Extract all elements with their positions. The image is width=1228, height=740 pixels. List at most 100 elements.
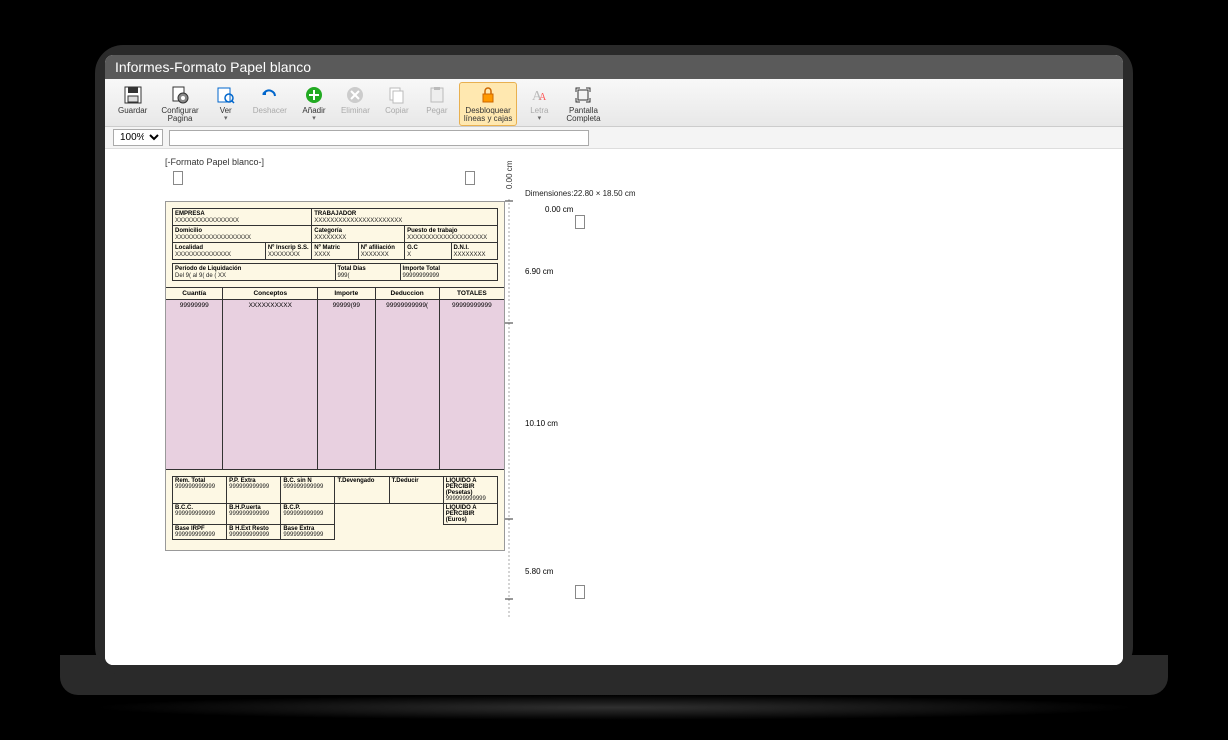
chevron-down-icon: ▾ — [538, 115, 542, 122]
f-tded: T.Deducir — [392, 478, 419, 484]
ruler-0: 0.00 cm — [545, 205, 573, 214]
totaldias-value: 999( — [338, 273, 350, 279]
col-conceptos: Conceptos — [223, 288, 318, 299]
save-icon — [123, 85, 143, 105]
puesto-value: XXXXXXXXXXXXXXXXXXXX — [407, 235, 487, 241]
trabajador-value: XXXXXXXXXXXXXXXXXXXXXX — [314, 218, 402, 224]
detail-band[interactable]: 99999999 XXXXXXXXXX 99999(99 99999999999… — [166, 300, 504, 470]
view-label: Ver — [220, 107, 232, 115]
col-totales: TOTALES — [440, 288, 504, 299]
inscrip-value: XXXXXXXX — [268, 252, 300, 258]
view-button[interactable]: Ver ▾ — [208, 82, 244, 125]
anchor-side-1[interactable] — [575, 215, 585, 229]
ruler-top-vert: 0.00 cm — [505, 161, 514, 189]
dimensions-label: Dimensiones:22.80 × 18.50 cm — [525, 189, 636, 198]
chevron-down-icon: ▾ — [312, 115, 316, 122]
lock-icon — [478, 85, 498, 105]
add-icon — [304, 85, 324, 105]
path-input[interactable] — [169, 130, 589, 146]
chevron-down-icon: ▾ — [224, 115, 228, 122]
dni-label: D.N.I. — [454, 245, 469, 251]
page-setup-label: Configurar Pagina — [161, 107, 198, 123]
domicilio-value: XXXXXXXXXXXXXXXXXXX — [175, 235, 251, 241]
cell-conceptos: XXXXXXXXXX — [223, 300, 318, 469]
importetotal-value: 99999999999 — [403, 273, 440, 279]
col-cuantia: Cuantía — [166, 288, 223, 299]
font-button[interactable]: AA Letra ▾ — [521, 82, 557, 125]
ruler-ticks — [505, 199, 525, 619]
localidad-value: XXXXXXXXXXXXXX — [175, 252, 231, 258]
save-label: Guardar — [118, 107, 147, 115]
laptop-frame: Informes-Formato Papel blanco Guardar Co… — [95, 45, 1133, 675]
empresa-label: EMPRESA — [175, 211, 205, 217]
matric-label: Nº Matric — [314, 245, 340, 251]
unlock-label: Desbloquear líneas y cajas — [464, 107, 512, 123]
f-liquido: LIQUIDO A PERCIBIR (Pesetas) — [446, 478, 477, 496]
cell-cuantia: 99999999 — [166, 300, 223, 469]
page-setup-button[interactable]: Configurar Pagina — [156, 82, 203, 126]
copy-label: Copiar — [385, 107, 409, 115]
matric-value: XXXX — [314, 252, 330, 258]
periodo-value: Del 9( al 9( de ( XX — [175, 273, 226, 279]
grid-header: Cuantía Conceptos Importe Deduccion TOTA… — [166, 287, 504, 300]
fullscreen-icon — [573, 85, 593, 105]
header-table: EMPRESAXXXXXXXXXXXXXXXX TRABAJADORXXXXXX… — [172, 208, 498, 260]
anchor-side-2[interactable] — [575, 585, 585, 599]
paste-button[interactable]: Pegar — [419, 82, 455, 118]
trabajador-label: TRABAJADOR — [314, 211, 356, 217]
view-icon — [216, 85, 236, 105]
inscrip-label: Nº Inscrip S.S. — [268, 245, 309, 251]
add-label: Añadir — [302, 107, 325, 115]
unlock-button[interactable]: Desbloquear líneas y cajas — [459, 82, 517, 126]
paste-label: Pegar — [426, 107, 447, 115]
afiliacion-label: Nº afiliación — [361, 245, 395, 251]
canvas-area[interactable]: [-Formato Papel blanco-] 0.00 cm Dimensi… — [105, 149, 1123, 665]
importetotal-label: Importe Total — [403, 266, 441, 272]
window-title: Informes-Formato Papel blanco — [115, 59, 311, 75]
cell-importe: 99999(99 — [318, 300, 375, 469]
f-tdev: T.Devengado — [337, 478, 374, 484]
undo-label: Deshacer — [253, 107, 287, 115]
app-screen: Informes-Formato Papel blanco Guardar Co… — [105, 55, 1123, 665]
copy-button[interactable]: Copiar — [379, 82, 415, 118]
font-label: Letra — [530, 107, 548, 115]
undo-icon — [260, 85, 280, 105]
undo-button[interactable]: Deshacer — [248, 82, 292, 118]
paste-icon — [427, 85, 447, 105]
anchor-top-left[interactable] — [173, 171, 183, 185]
delete-icon — [345, 85, 365, 105]
ruler-1: 6.90 cm — [525, 267, 553, 276]
col-deduccion: Deduccion — [376, 288, 440, 299]
zoom-select[interactable]: 100% — [113, 129, 163, 146]
dni-value: XXXXXXXX — [454, 252, 486, 258]
ruler-2: 10.10 cm — [525, 419, 558, 428]
save-button[interactable]: Guardar — [113, 82, 152, 118]
col-importe: Importe — [318, 288, 375, 299]
zoom-bar: 100% — [105, 127, 1123, 149]
add-button[interactable]: Añadir ▾ — [296, 82, 332, 125]
workspace: [-Formato Papel blanco-] 0.00 cm Dimensi… — [105, 149, 1123, 665]
gc-label: G.C — [407, 245, 418, 251]
footer-table: Rem. Total999999999999 P.P. Extra9999999… — [172, 476, 498, 540]
titlebar: Informes-Formato Papel blanco — [105, 55, 1123, 79]
anchor-top-right[interactable] — [465, 171, 475, 185]
empresa-value: XXXXXXXXXXXXXXXX — [175, 218, 239, 224]
delete-label: Eliminar — [341, 107, 370, 115]
report-page[interactable]: EMPRESAXXXXXXXXXXXXXXXX TRABAJADORXXXXXX… — [165, 201, 505, 551]
cell-totales: 99999999999 — [440, 300, 504, 469]
periodo-label: Período de Liquidación — [175, 266, 241, 272]
page-setup-icon — [170, 85, 190, 105]
svg-text:A: A — [539, 92, 547, 103]
gc-value: X — [407, 252, 411, 258]
delete-button[interactable]: Eliminar — [336, 82, 375, 118]
fullscreen-button[interactable]: Pantalla Completa — [561, 82, 605, 126]
afiliacion-value: XXXXXXX — [361, 252, 389, 258]
periodo-table: Período de LiquidaciónDel 9( al 9( de ( … — [172, 263, 498, 281]
categoria-value: XXXXXXXX — [314, 235, 346, 241]
f-liquido2: LIQUIDO A PERCIBIR (Euros) — [446, 505, 477, 523]
puesto-label: Puesto de trabajo — [407, 228, 457, 234]
categoria-label: Categoría — [314, 228, 342, 234]
copy-icon — [387, 85, 407, 105]
localidad-label: Localidad — [175, 245, 203, 251]
canvas-title: [-Formato Papel blanco-] — [165, 157, 264, 167]
